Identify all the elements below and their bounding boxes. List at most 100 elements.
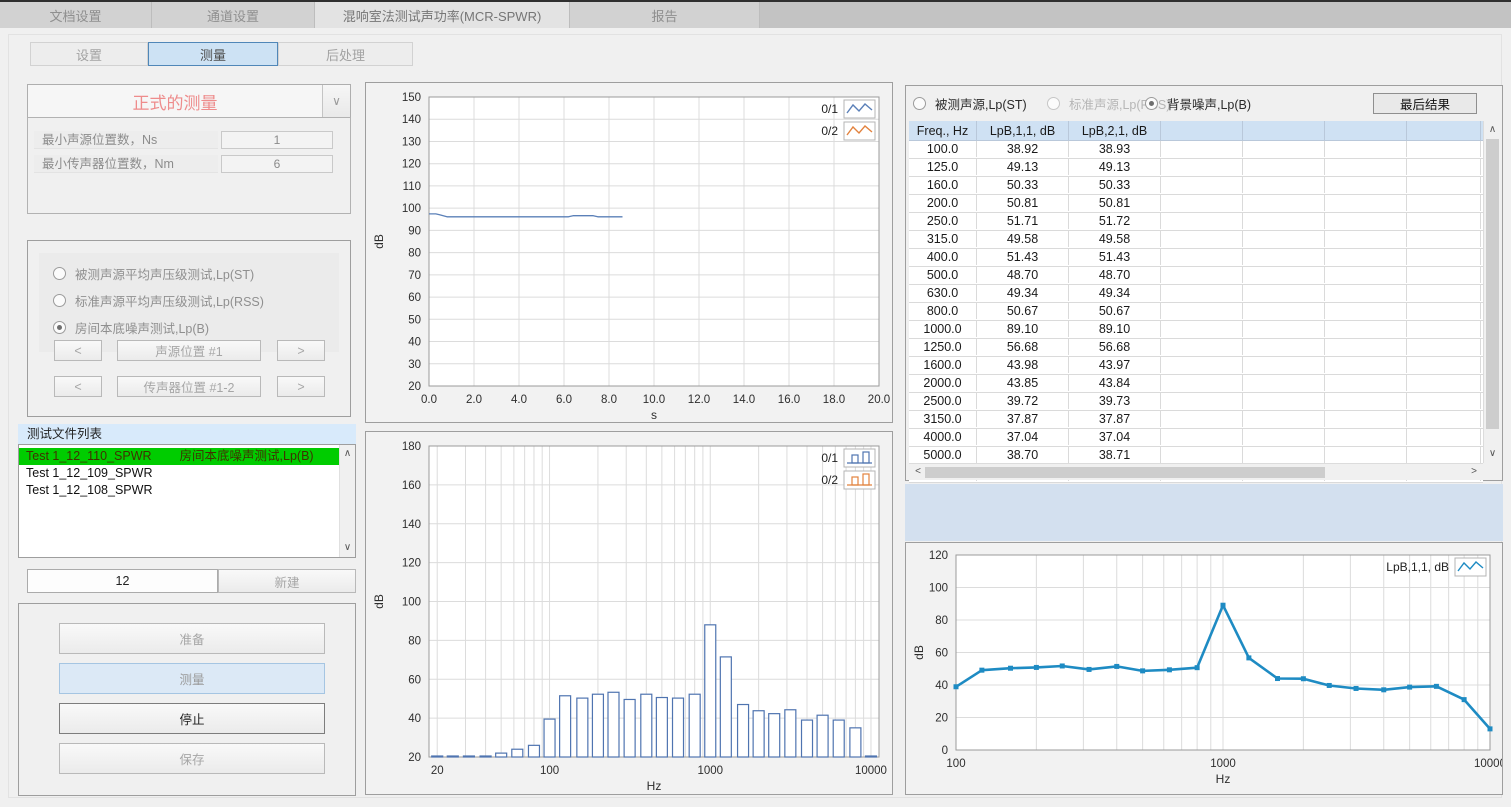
value-cell <box>1243 321 1325 337</box>
chevron-down-icon[interactable]: ∨ <box>340 541 355 555</box>
svg-text:100: 100 <box>540 765 559 777</box>
value-cell <box>1407 357 1481 373</box>
value-cell <box>1243 267 1325 283</box>
sub-tab-1[interactable]: 测量 <box>148 42 278 66</box>
svg-text:Hz: Hz <box>1216 772 1231 786</box>
last-result-button[interactable]: 最后结果 <box>1373 93 1477 114</box>
results-table[interactable]: Freq., HzLpB,1,1, dBLpB,2,1, dB100.038.9… <box>909 121 1483 483</box>
table-vertical-scrollbar[interactable]: ∧ ∨ <box>1483 121 1501 463</box>
stop-button[interactable]: 停止 <box>59 703 325 734</box>
main-tab-3[interactable]: 报告 <box>570 2 760 28</box>
freq-cell: 1000.0 <box>909 321 977 337</box>
new-file-button[interactable]: 新建 <box>218 569 356 593</box>
test-file-list[interactable]: ∧ ∨ Test 1_12_110_SPWR房间本底噪声测试,Lp(B)Test… <box>18 444 356 558</box>
main-tab-1[interactable]: 通道设置 <box>152 2 315 28</box>
measure-mode-dropdown[interactable]: 正式的测量 ∨ <box>27 84 351 118</box>
value-cell: 37.87 <box>977 411 1069 427</box>
column-header <box>1243 121 1325 140</box>
chevron-down-icon[interactable]: ∨ <box>322 85 350 117</box>
table-row[interactable]: 400.051.4351.43 <box>909 249 1483 267</box>
value-cell <box>1325 411 1407 427</box>
value-cell <box>1407 321 1481 337</box>
value-cell: 56.68 <box>977 339 1069 355</box>
table-row[interactable]: 125.049.1349.13 <box>909 159 1483 177</box>
value-cell <box>1325 321 1407 337</box>
source-prev-button[interactable]: < <box>54 340 102 361</box>
table-row[interactable]: 500.048.7048.70 <box>909 267 1483 285</box>
table-row[interactable]: 315.049.5849.58 <box>909 231 1483 249</box>
source-position-button[interactable]: 声源位置 #1 <box>117 340 261 361</box>
value-cell: 50.81 <box>977 195 1069 211</box>
table-row[interactable]: 160.050.3350.33 <box>909 177 1483 195</box>
main-tab-bar: 文档设置通道设置混响室法测试声功率(MCR-SPWR)报告 <box>0 2 1511 28</box>
table-row[interactable]: 250.051.7151.72 <box>909 213 1483 231</box>
test-type-radio-0[interactable]: 被测声源平均声压级测试,Lp(ST) <box>53 265 254 281</box>
test-type-radio-1[interactable]: 标准声源平均声压级测试,Lp(RSS) <box>53 292 264 308</box>
chevron-right-icon[interactable]: > <box>1469 465 1479 479</box>
svg-text:1000: 1000 <box>1210 758 1236 770</box>
table-row[interactable]: 630.049.3449.34 <box>909 285 1483 303</box>
table-row[interactable]: 4000.037.0437.04 <box>909 429 1483 447</box>
result-source-radio-0[interactable]: 被测声源,Lp(ST) <box>913 95 1027 111</box>
column-header: Freq., Hz <box>909 121 977 140</box>
save-button[interactable]: 保存 <box>59 743 325 774</box>
list-item[interactable]: Test 1_12_110_SPWR房间本底噪声测试,Lp(B) <box>19 448 339 465</box>
param-value-field[interactable]: 1 <box>221 131 333 149</box>
test-type-radio-2[interactable]: 房间本底噪声测试,Lp(B) <box>53 319 209 335</box>
table-row[interactable]: 100.038.9238.93 <box>909 141 1483 159</box>
value-cell <box>1407 195 1481 211</box>
chevron-up-icon[interactable]: ∧ <box>1484 123 1501 137</box>
column-header: LpB,2,1, dB <box>1069 121 1161 140</box>
table-horizontal-scrollbar[interactable]: < > <box>909 463 1483 480</box>
radio-button-icon[interactable] <box>53 321 66 334</box>
table-row[interactable]: 2500.039.7239.73 <box>909 393 1483 411</box>
svg-text:20: 20 <box>431 765 444 777</box>
radio-button-icon[interactable] <box>1047 97 1060 110</box>
file-list-scrollbar[interactable]: ∧ ∨ <box>339 445 355 557</box>
scrollbar-thumb[interactable] <box>1486 139 1499 429</box>
radio-button-icon[interactable] <box>53 267 66 280</box>
value-cell <box>1243 339 1325 355</box>
value-cell: 50.33 <box>977 177 1069 193</box>
chevron-left-icon[interactable]: < <box>913 465 923 479</box>
radio-button-icon[interactable] <box>913 97 926 110</box>
sub-tab-2[interactable]: 后处理 <box>278 42 413 66</box>
table-row[interactable]: 1600.043.9843.97 <box>909 357 1483 375</box>
mic-prev-button[interactable]: < <box>54 376 102 397</box>
main-tab-0[interactable]: 文档设置 <box>0 2 152 28</box>
prepare-button[interactable]: 准备 <box>59 623 325 654</box>
table-row[interactable]: 200.050.8150.81 <box>909 195 1483 213</box>
radio-button-icon[interactable] <box>1145 97 1158 110</box>
list-item[interactable]: Test 1_12_108_SPWR <box>19 482 339 499</box>
table-row[interactable]: 800.050.6750.67 <box>909 303 1483 321</box>
svg-text:20: 20 <box>408 752 421 764</box>
chevron-up-icon[interactable]: ∧ <box>340 447 355 461</box>
time-history-chart: 0.02.04.06.08.010.012.014.016.018.020.02… <box>366 83 892 422</box>
svg-text:LpB,1,1, dB: LpB,1,1, dB <box>1386 560 1449 574</box>
param-label: 最小声源位置数，Ns <box>34 131 218 149</box>
result-source-radio-2[interactable]: 背景噪声,Lp(B) <box>1145 95 1251 111</box>
file-count-button[interactable]: 12 <box>27 569 218 593</box>
sub-tab-0[interactable]: 设置 <box>30 42 148 66</box>
svg-text:16.0: 16.0 <box>778 394 800 406</box>
mic-position-button[interactable]: 传声器位置 #1-2 <box>117 376 261 397</box>
mic-next-button[interactable]: > <box>277 376 325 397</box>
param-value-field[interactable]: 6 <box>221 155 333 173</box>
scrollbar-thumb[interactable] <box>925 467 1325 478</box>
source-next-button[interactable]: > <box>277 340 325 361</box>
value-cell: 51.71 <box>977 213 1069 229</box>
value-cell <box>1325 159 1407 175</box>
table-row[interactable]: 1250.056.6856.68 <box>909 339 1483 357</box>
list-item[interactable]: Test 1_12_109_SPWR <box>19 465 339 482</box>
measure-button[interactable]: 测量 <box>59 663 325 694</box>
table-row[interactable]: 3150.037.8737.87 <box>909 411 1483 429</box>
value-cell <box>1407 447 1481 463</box>
radio-label: 房间本底噪声测试,Lp(B) <box>75 318 209 337</box>
main-tab-2[interactable]: 混响室法测试声功率(MCR-SPWR) <box>315 2 570 28</box>
chevron-down-icon[interactable]: ∨ <box>1484 447 1501 461</box>
table-row[interactable]: 2000.043.8543.84 <box>909 375 1483 393</box>
value-cell: 48.70 <box>1069 267 1161 283</box>
radio-button-icon[interactable] <box>53 294 66 307</box>
svg-text:140: 140 <box>402 114 421 126</box>
table-row[interactable]: 1000.089.1089.10 <box>909 321 1483 339</box>
